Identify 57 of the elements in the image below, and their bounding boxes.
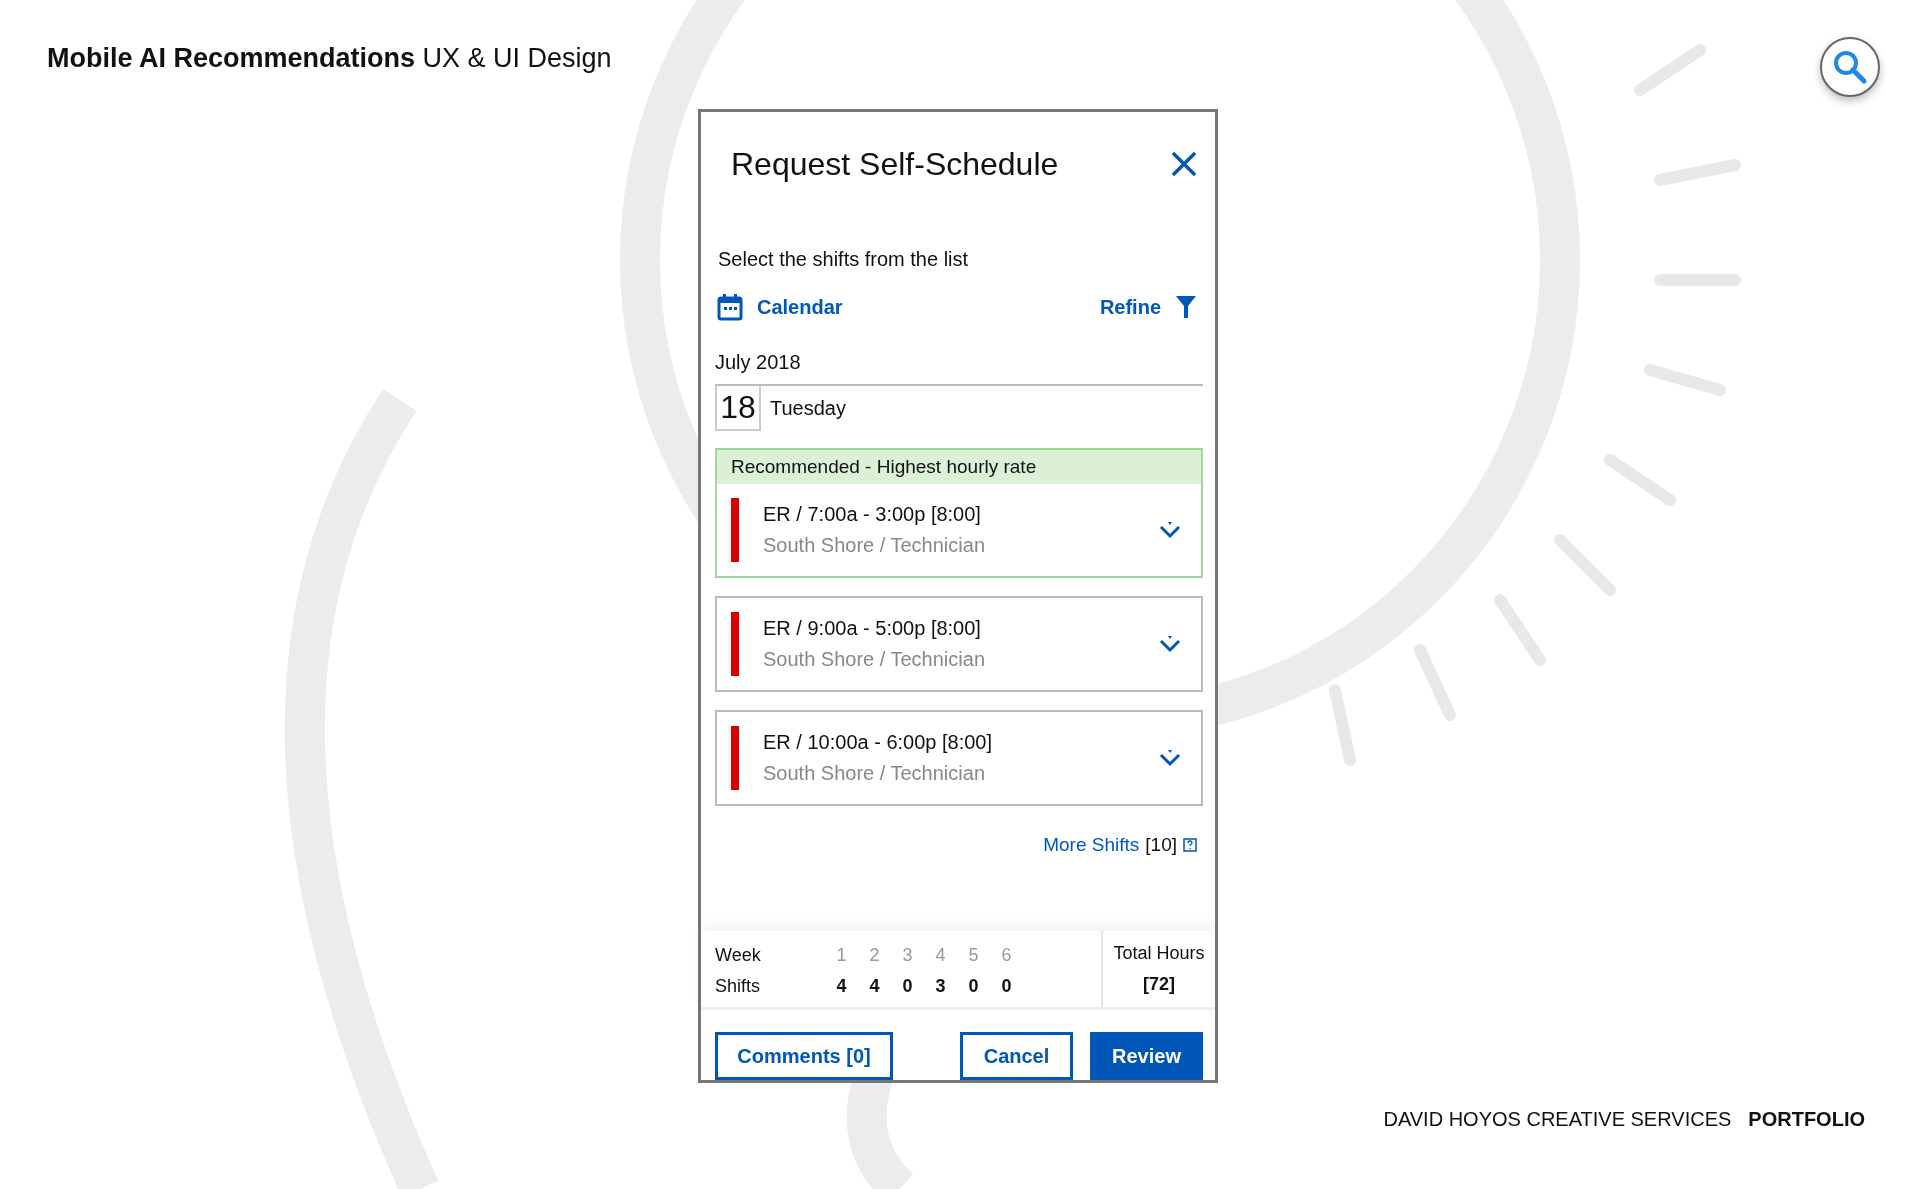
week-number: 6 (1000, 945, 1013, 966)
expand-button[interactable] (1159, 749, 1181, 767)
instruction-text: Select the shifts from the list (718, 248, 970, 271)
calendar-link[interactable]: Calendar (717, 293, 843, 321)
recommendation-banner: Recommended - Highest hourly rate (717, 450, 1201, 484)
review-button[interactable]: Review (1090, 1032, 1203, 1080)
week-number: 1 (835, 945, 848, 966)
shift-card[interactable]: Recommended - Highest hourly rate ER / 7:00a - 3:00p [8:00] South Shore / Technician (715, 448, 1203, 578)
studio-name: DAVID HOYOS CREATIVE SERVICES (1383, 1108, 1732, 1131)
chevron-down-icon (1159, 521, 1181, 539)
search-button[interactable] (1820, 37, 1880, 97)
shift-count: 0 (967, 976, 980, 997)
shift-time: ER / 7:00a - 3:00p [8:00] (763, 503, 982, 526)
search-icon (1832, 49, 1868, 85)
shift-marker (731, 498, 739, 562)
close-icon (1171, 151, 1197, 177)
more-shifts-count: [10] (1145, 834, 1177, 856)
expand-button[interactable] (1159, 521, 1181, 539)
shift-count: 4 (868, 976, 881, 997)
week-number: 4 (934, 945, 947, 966)
shift-location: South Shore / Technician (763, 762, 986, 785)
week-number: 2 (868, 945, 881, 966)
shift-count: 3 (934, 976, 947, 997)
chevron-down-icon (1159, 749, 1181, 767)
shifts-label: Shifts (715, 976, 762, 997)
shift-location: South Shore / Technician (763, 648, 986, 671)
week-number: 3 (901, 945, 914, 966)
portfolio-label: PORTFOLIO (1748, 1108, 1865, 1131)
dialog-title: Request Self-Schedule (731, 145, 1059, 183)
calendar-icon (717, 293, 743, 321)
month-label: July 2018 (715, 351, 802, 374)
shift-time: ER / 10:00a - 6:00p [8:00] (763, 731, 994, 754)
more-shifts-link[interactable]: More Shifts (1043, 834, 1140, 856)
close-button[interactable] (1171, 151, 1197, 177)
comments-button[interactable]: Comments [0] (715, 1032, 893, 1080)
shift-location: South Shore / Technician (763, 534, 986, 557)
week-number: 5 (967, 945, 980, 966)
total-hours-label: Total Hours (1113, 943, 1205, 964)
shift-card[interactable]: ER / 10:00a - 6:00p [8:00] South Shore / Technician (715, 710, 1203, 806)
shift-count: 0 (1000, 976, 1013, 997)
cancel-button[interactable]: Cancel (960, 1032, 1073, 1080)
day-number: 18 (715, 386, 761, 431)
refine-link[interactable]: Refine (1099, 295, 1197, 319)
shift-time: ER / 9:00a - 5:00p [8:00] (763, 617, 982, 640)
shift-count: 4 (835, 976, 848, 997)
filter-icon (1175, 295, 1197, 319)
help-icon[interactable] (1183, 838, 1197, 852)
chevron-down-icon (1159, 635, 1181, 653)
weekday-label: Tuesday (770, 397, 846, 420)
week-label: Week (715, 945, 762, 966)
page-title: Mobile AI Recommendations UX & UI Design (47, 43, 612, 74)
shift-marker (731, 726, 739, 790)
total-hours-value: [72] (1143, 974, 1175, 995)
shift-card[interactable]: ER / 9:00a - 5:00p [8:00] South Shore / Technician (715, 596, 1203, 692)
shift-marker (731, 612, 739, 676)
expand-button[interactable] (1159, 635, 1181, 653)
shift-count: 0 (901, 976, 914, 997)
